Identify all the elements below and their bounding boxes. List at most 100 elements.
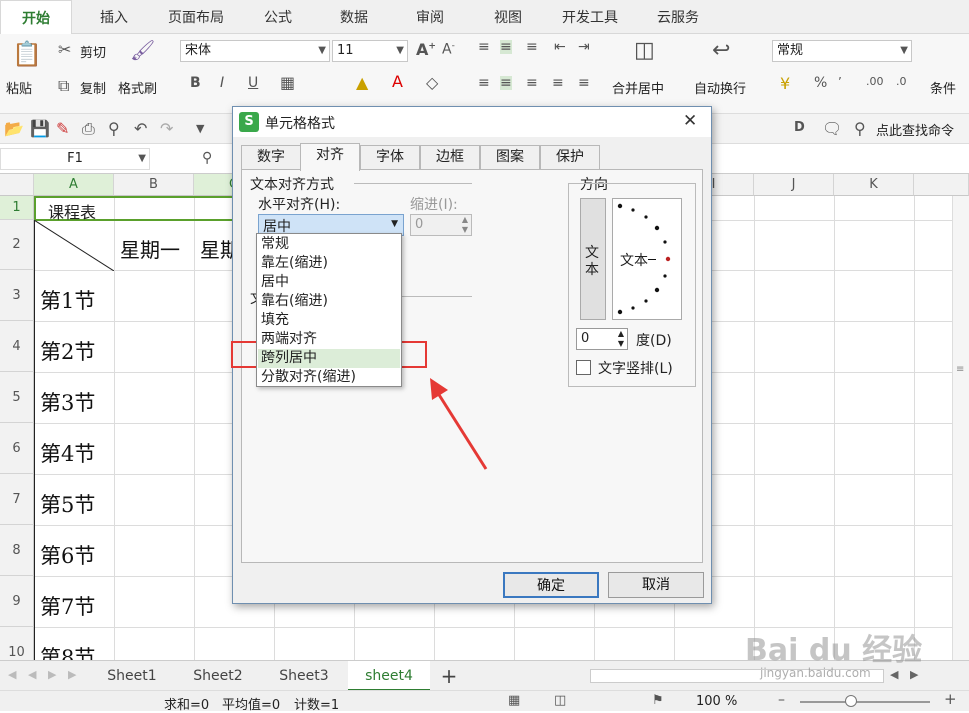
- format-painter-icon[interactable]: 🖌: [130, 40, 155, 60]
- merge-center-icon[interactable]: ◫: [634, 40, 655, 62]
- zoom-slider-thumb[interactable]: [845, 695, 857, 707]
- align-option-distributed-indent[interactable]: 分散对齐(缩进): [261, 368, 356, 387]
- tab-view[interactable]: 视图: [478, 0, 538, 34]
- format-painter-button[interactable]: 格式刷: [118, 78, 157, 97]
- cell-period[interactable]: 第2节: [40, 336, 95, 366]
- sheet-tab[interactable]: Sheet3: [268, 661, 340, 691]
- zoom-slider[interactable]: [800, 701, 930, 703]
- export-pdf-icon[interactable]: ✎: [56, 121, 69, 137]
- clear-format-icon[interactable]: ◇: [426, 75, 438, 91]
- column-header[interactable]: B: [114, 174, 194, 196]
- wrap-text-icon[interactable]: ↩: [712, 40, 730, 62]
- undo-icon[interactable]: ↶: [134, 121, 147, 137]
- column-header-blank[interactable]: [914, 174, 969, 196]
- tab-developer[interactable]: 开发工具: [552, 0, 628, 34]
- row-header[interactable]: 3: [0, 270, 34, 321]
- number-format-select[interactable]: 常规 ▼: [772, 40, 912, 62]
- row-header[interactable]: 10: [0, 627, 34, 660]
- font-shrink-icon[interactable]: A-: [442, 42, 455, 57]
- tab-home[interactable]: 开始: [0, 0, 72, 34]
- increase-decimal-icon[interactable]: .00: [866, 76, 884, 87]
- close-icon[interactable]: ✕: [683, 113, 697, 130]
- align-bottom-icon[interactable]: ≡: [526, 40, 538, 54]
- vertical-text-toggle[interactable]: 文本: [580, 198, 606, 320]
- column-header[interactable]: A: [34, 174, 114, 196]
- select-all-corner[interactable]: [0, 174, 34, 196]
- align-left-icon[interactable]: ≡: [478, 76, 490, 90]
- degrees-spinner[interactable]: 0 ▲ ▼: [576, 328, 628, 350]
- align-center-icon[interactable]: ≡: [500, 76, 512, 90]
- print-icon[interactable]: ⎙: [82, 121, 95, 137]
- align-right-icon[interactable]: ≡: [526, 76, 538, 90]
- scissors-icon[interactable]: ✂: [58, 42, 71, 58]
- row-header[interactable]: 9: [0, 576, 34, 627]
- cell-period[interactable]: 第5节: [40, 489, 95, 519]
- cell-period[interactable]: 第6节: [40, 540, 95, 570]
- align-option-right-indent[interactable]: 靠右(缩进): [261, 292, 328, 311]
- print-preview-icon[interactable]: ⚲: [108, 121, 120, 137]
- tab-formulas[interactable]: 公式: [248, 0, 308, 34]
- row-header[interactable]: 7: [0, 474, 34, 525]
- ok-button[interactable]: 确定: [503, 572, 599, 598]
- sheet-tab[interactable]: Sheet2: [182, 661, 254, 691]
- cell-b2[interactable]: 星期一: [120, 234, 180, 263]
- merge-center-button[interactable]: 合并居中: [612, 78, 664, 97]
- spin-down-icon[interactable]: ▼: [462, 225, 468, 234]
- font-name-select[interactable]: 宋体 ▼: [180, 40, 330, 62]
- cell-period[interactable]: 第8节: [40, 642, 95, 660]
- paste-button[interactable]: 粘贴: [6, 78, 32, 97]
- copy-icon[interactable]: ⧉: [58, 78, 69, 94]
- open-icon[interactable]: 📂: [4, 121, 24, 137]
- normal-view-icon[interactable]: ▦: [508, 694, 520, 707]
- vertical-stack-checkbox[interactable]: [576, 360, 591, 375]
- tab-insert[interactable]: 插入: [84, 0, 144, 34]
- search-command-input[interactable]: 点此查找命令: [876, 120, 954, 139]
- justify-icon[interactable]: ≡: [552, 76, 564, 90]
- cell-period[interactable]: 第1节: [40, 285, 95, 315]
- row-header[interactable]: 5: [0, 372, 34, 423]
- cell-period[interactable]: 第7节: [40, 591, 95, 621]
- tab-cloud[interactable]: 云服务: [640, 0, 716, 34]
- font-size-select[interactable]: 11 ▼: [332, 40, 408, 62]
- dialog-tab-pattern[interactable]: 图案: [480, 145, 540, 169]
- wrap-text-button[interactable]: 自动换行: [694, 78, 746, 97]
- decrease-decimal-icon[interactable]: .0: [896, 76, 907, 87]
- distributed-icon[interactable]: ≡: [578, 76, 590, 90]
- tab-page-layout[interactable]: 页面布局: [156, 0, 236, 34]
- first-sheet-icon[interactable]: ◀: [8, 669, 16, 680]
- row-header[interactable]: 1: [0, 196, 34, 220]
- cut-button[interactable]: 剪切: [80, 42, 106, 61]
- column-header[interactable]: K: [834, 174, 914, 196]
- indent-spinner[interactable]: 0 ▲ ▼: [410, 214, 472, 236]
- copy-button[interactable]: 复制: [80, 78, 106, 97]
- border-icon[interactable]: ▦: [280, 75, 295, 91]
- align-option-center[interactable]: 居中: [261, 273, 289, 292]
- tab-review[interactable]: 审阅: [400, 0, 460, 34]
- paste-icon[interactable]: 📋: [12, 42, 42, 66]
- zoom-in-icon[interactable]: +: [944, 692, 957, 707]
- next-sheet-icon[interactable]: ▶: [48, 669, 56, 680]
- align-option-general[interactable]: 常规: [261, 235, 289, 254]
- dialog-tab-protection[interactable]: 保护: [540, 145, 600, 169]
- chevron-down-icon[interactable]: ▼: [196, 123, 204, 134]
- cell-period[interactable]: 第4节: [40, 438, 95, 468]
- zoom-out-icon[interactable]: –: [778, 693, 785, 707]
- spin-down-icon[interactable]: ▼: [618, 339, 624, 348]
- align-top-icon[interactable]: ≡: [478, 40, 490, 54]
- scroll-left-icon[interactable]: ◀: [890, 669, 898, 680]
- sheet-tab[interactable]: Sheet1: [96, 661, 168, 691]
- page-layout-view-icon[interactable]: ◫: [554, 694, 566, 707]
- save-icon[interactable]: 💾: [30, 121, 50, 137]
- align-middle-icon[interactable]: ≡: [500, 40, 512, 54]
- redo-icon[interactable]: ↷: [160, 121, 173, 137]
- currency-icon[interactable]: ¥: [780, 76, 790, 92]
- doc-helper-icon[interactable]: D: [794, 121, 805, 134]
- italic-icon[interactable]: I: [220, 76, 224, 90]
- row-header[interactable]: 4: [0, 321, 34, 372]
- last-sheet-icon[interactable]: ▶: [68, 669, 76, 680]
- tab-data[interactable]: 数据: [324, 0, 384, 34]
- prev-sheet-icon[interactable]: ◀: [28, 669, 36, 680]
- dialog-tab-font[interactable]: 字体: [360, 145, 420, 169]
- scroll-right-icon[interactable]: ▶: [910, 669, 918, 680]
- align-option-left-indent[interactable]: 靠左(缩进): [261, 254, 328, 273]
